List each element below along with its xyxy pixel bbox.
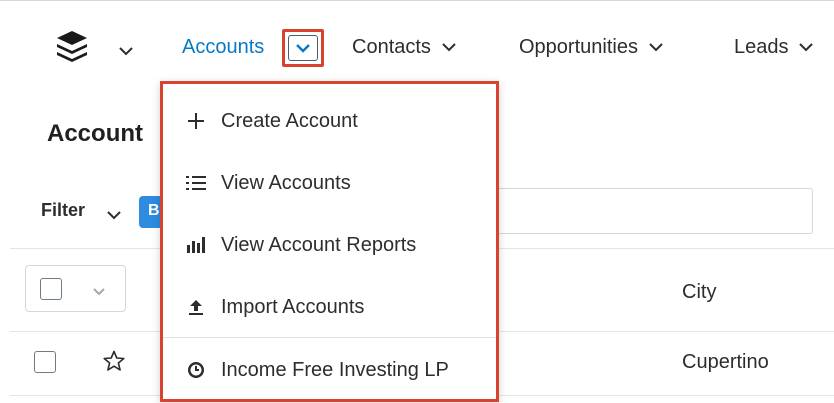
layers-stack-icon[interactable] [54, 28, 90, 64]
chevron-down-icon [288, 35, 318, 61]
menu-item-label: View Accounts [221, 171, 351, 194]
nav-item-label: Accounts [182, 36, 265, 58]
chevron-down-icon[interactable] [118, 42, 134, 60]
select-all-checkbox[interactable] [40, 278, 62, 300]
top-navbar: Accounts Contacts Opportunities Leads [0, 0, 834, 90]
menu-item-import-accounts[interactable]: Import Accounts [163, 276, 496, 338]
menu-item-view-account-reports[interactable]: View Account Reports [163, 214, 496, 276]
page-title: Account [47, 120, 143, 147]
chevron-down-icon[interactable] [92, 284, 106, 302]
nav-item-accounts[interactable]: Accounts [182, 32, 264, 62]
nav-item-opportunities[interactable]: Opportunities [519, 32, 668, 62]
row-city: Cupertino [682, 351, 769, 373]
row-checkbox[interactable] [34, 351, 56, 373]
menu-item-label: Import Accounts [221, 295, 365, 318]
select-all-dropdown[interactable] [25, 265, 126, 312]
nav-item-leads[interactable]: Leads [734, 32, 818, 62]
column-header-city[interactable]: City [682, 281, 716, 304]
chevron-down-icon[interactable] [437, 42, 461, 54]
nav-item-contacts[interactable]: Contacts [352, 32, 461, 62]
bar-chart-icon [181, 236, 211, 254]
menu-item-create-account[interactable]: Create Account [163, 90, 496, 152]
nav-item-label: Contacts [352, 36, 431, 58]
list-icon [181, 174, 211, 192]
accounts-dropdown-menu: Create Account View Accounts View Accoun… [160, 81, 499, 402]
nav-item-label: Leads [734, 36, 789, 58]
menu-item-label: Income Free Investing LP [221, 358, 449, 381]
chevron-down-icon[interactable] [106, 207, 122, 225]
menu-item-view-accounts[interactable]: View Accounts [163, 152, 496, 214]
menu-divider [163, 337, 496, 338]
nav-item-label: Opportunities [519, 36, 638, 58]
page: Accounts Contacts Opportunities Leads Ac… [0, 0, 834, 403]
chevron-down-icon[interactable] [794, 42, 818, 54]
filter-label[interactable]: Filter [41, 200, 85, 221]
upload-icon [181, 297, 211, 317]
menu-item-label: View Account Reports [221, 233, 417, 256]
search-input[interactable] [480, 188, 813, 234]
menu-item-label: Create Account [221, 109, 358, 132]
chevron-down-icon[interactable] [644, 42, 668, 54]
star-icon[interactable] [102, 349, 126, 378]
accounts-menu-toggle-button[interactable] [282, 29, 324, 67]
menu-item-recent-record[interactable]: Income Free Investing LP [163, 339, 496, 401]
plus-icon [181, 111, 211, 131]
clock-icon [181, 360, 211, 380]
